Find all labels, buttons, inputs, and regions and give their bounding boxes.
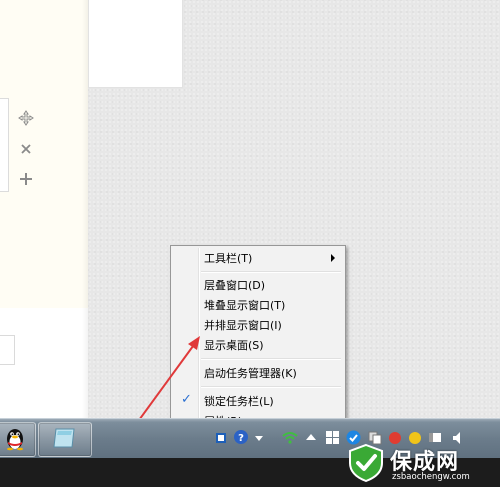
svg-text:?: ? xyxy=(238,433,244,444)
show-hidden-icons-icon[interactable] xyxy=(306,433,316,441)
menu-separator xyxy=(201,386,341,388)
watermark-logo-icon xyxy=(346,443,386,483)
watermark: 保成网 zsbaochengw.com xyxy=(346,441,492,485)
menu-separator xyxy=(201,358,341,360)
menu-item-task-manager[interactable]: 启动任务管理器(K) xyxy=(173,363,343,383)
menu-item-label: 层叠窗口(D) xyxy=(204,279,266,292)
menu-item-side-by-side[interactable]: 并排显示窗口(I) xyxy=(173,315,343,335)
content-card-edge xyxy=(0,98,9,192)
menu-item-show-desktop[interactable]: 显示桌面(S) xyxy=(173,335,343,355)
menu-item-label: 锁定任务栏(L) xyxy=(204,395,274,408)
menu-item-label: 工具栏(T) xyxy=(204,252,253,265)
close-icon[interactable] xyxy=(17,140,35,158)
editor-pane xyxy=(0,0,88,420)
plus-icon[interactable] xyxy=(17,170,35,188)
menu-item-stacked[interactable]: 堆叠显示窗口(T) xyxy=(173,295,343,315)
check-icon: ✓ xyxy=(181,392,192,407)
taskbar-button-qq[interactable] xyxy=(0,422,36,457)
submenu-arrow-icon xyxy=(331,254,335,262)
white-card xyxy=(88,0,183,88)
menu-item-label: 并排显示窗口(I) xyxy=(204,319,282,332)
menu-item-label: 堆叠显示窗口(T) xyxy=(204,299,286,312)
windows-flag-icon[interactable] xyxy=(326,431,340,445)
menu-item-cascade[interactable]: 层叠窗口(D) xyxy=(173,275,343,295)
qq-penguin-icon xyxy=(3,425,27,455)
notepad-window-icon xyxy=(52,427,78,453)
taskbar-context-menu: 工具栏(T) 层叠窗口(D) 堆叠显示窗口(T) 并排显示窗口(I) 显示桌面(… xyxy=(170,245,346,434)
move-icon[interactable] xyxy=(17,109,35,127)
wifi-signal-icon[interactable] xyxy=(282,431,298,445)
menu-item-label: 启动任务管理器(K) xyxy=(204,367,297,380)
menu-item-label: 显示桌面(S) xyxy=(204,339,264,352)
menu-item-lock-taskbar[interactable]: ✓ 锁定任务栏(L) xyxy=(173,391,343,411)
desktop: 工具栏(T) 层叠窗口(D) 堆叠显示窗口(T) 并排显示窗口(I) 显示桌面(… xyxy=(0,0,500,487)
help-icon[interactable]: ? xyxy=(233,429,249,445)
text-input-edge[interactable] xyxy=(0,335,15,365)
taskbar-button-notepad[interactable] xyxy=(38,422,92,457)
menu-separator xyxy=(201,271,341,273)
menu-item-toolbars[interactable]: 工具栏(T) xyxy=(173,248,343,268)
dropdown-icon[interactable] xyxy=(255,436,263,442)
network-icon[interactable] xyxy=(214,431,228,445)
watermark-url: zsbaochengw.com xyxy=(392,472,470,482)
